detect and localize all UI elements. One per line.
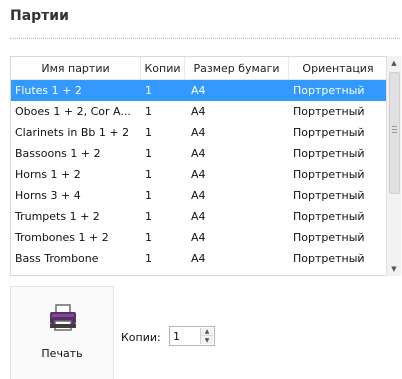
part-copies: 1 bbox=[145, 210, 152, 223]
part-paper-size: A4 bbox=[191, 231, 206, 244]
part-name: Horns 1 + 2 bbox=[15, 168, 81, 181]
table-header: Имя партии Копии Размер бумаги Ориентаци… bbox=[11, 57, 387, 80]
print-button-label: Печать bbox=[41, 347, 83, 360]
column-header-orientation[interactable]: Ориентация bbox=[289, 57, 387, 79]
part-orientation: Портретный bbox=[293, 105, 365, 118]
copies-stepper[interactable]: 1 ▲ ▼ bbox=[169, 326, 215, 346]
scroll-down-arrow-icon[interactable]: ▼ bbox=[387, 262, 401, 276]
part-paper-size: A4 bbox=[191, 105, 206, 118]
table-row[interactable]: Bass Trombone 1 A4 Портретный bbox=[11, 248, 387, 269]
part-name: Bass Trombone bbox=[15, 252, 99, 265]
table-row[interactable]: Clarinets in Bb 1 + 2 1 A4 Портретный bbox=[11, 122, 387, 143]
table-row[interactable]: Horns 1 + 2 1 A4 Портретный bbox=[11, 164, 387, 185]
grip-line bbox=[392, 129, 397, 130]
part-paper-size: A4 bbox=[191, 84, 206, 97]
copies-label: Копии: bbox=[121, 331, 161, 344]
panel-title: Партии bbox=[10, 8, 69, 24]
part-copies: 1 bbox=[145, 189, 152, 202]
part-paper-size: A4 bbox=[191, 126, 206, 139]
increment-arrow-icon[interactable]: ▲ bbox=[201, 328, 213, 336]
part-copies: 1 bbox=[145, 168, 152, 181]
scroll-up-arrow-icon[interactable]: ▲ bbox=[387, 56, 401, 70]
table-row[interactable]: Trombones 1 + 2 1 A4 Портретный bbox=[11, 227, 387, 248]
part-orientation: Портретный bbox=[293, 84, 365, 97]
table-row[interactable]: Flutes 1 + 2 1 A4 Портретный bbox=[11, 80, 387, 101]
table-row[interactable]: Oboes 1 + 2, Cor A... 1 A4 Портретный bbox=[11, 101, 387, 122]
part-name: Flutes 1 + 2 bbox=[15, 84, 82, 97]
part-copies: 1 bbox=[145, 84, 152, 97]
column-header-paper-size[interactable]: Размер бумаги bbox=[185, 57, 289, 79]
table-scrollbar[interactable]: ▲ ▼ bbox=[386, 56, 401, 276]
table-row[interactable]: Trumpets 1 + 2 1 A4 Портретный bbox=[11, 206, 387, 227]
part-orientation: Портретный bbox=[293, 189, 365, 202]
part-name: Clarinets in Bb 1 + 2 bbox=[15, 126, 130, 139]
column-header-name[interactable]: Имя партии bbox=[11, 57, 141, 79]
scroll-thumb[interactable] bbox=[389, 72, 400, 194]
table-row[interactable]: Bassoons 1 + 2 1 A4 Портретный bbox=[11, 143, 387, 164]
copies-value[interactable]: 1 bbox=[173, 330, 180, 343]
parts-table[interactable]: Имя партии Копии Размер бумаги Ориентаци… bbox=[10, 56, 387, 276]
part-paper-size: A4 bbox=[191, 189, 206, 202]
part-orientation: Портретный bbox=[293, 147, 365, 160]
decrement-arrow-icon[interactable]: ▼ bbox=[201, 336, 213, 344]
part-paper-size: A4 bbox=[191, 147, 206, 160]
print-button[interactable]: Печать bbox=[10, 286, 114, 379]
part-orientation: Портретный bbox=[293, 231, 365, 244]
table-row[interactable]: Horns 3 + 4 1 A4 Портретный bbox=[11, 185, 387, 206]
grip-line bbox=[392, 126, 397, 127]
printer-icon bbox=[50, 304, 76, 331]
part-name: Bassoons 1 + 2 bbox=[15, 147, 101, 160]
part-paper-size: A4 bbox=[191, 252, 206, 265]
part-orientation: Портретный bbox=[293, 210, 365, 223]
part-copies: 1 bbox=[145, 231, 152, 244]
part-name: Oboes 1 + 2, Cor A... bbox=[15, 105, 131, 118]
part-copies: 1 bbox=[145, 252, 152, 265]
part-paper-size: A4 bbox=[191, 168, 206, 181]
part-orientation: Портретный bbox=[293, 168, 365, 181]
part-name: Trombones 1 + 2 bbox=[15, 231, 109, 244]
divider bbox=[10, 38, 400, 39]
part-orientation: Портретный bbox=[293, 126, 365, 139]
part-copies: 1 bbox=[145, 105, 152, 118]
part-copies: 1 bbox=[145, 147, 152, 160]
part-name: Trumpets 1 + 2 bbox=[15, 210, 100, 223]
part-paper-size: A4 bbox=[191, 210, 206, 223]
part-copies: 1 bbox=[145, 126, 152, 139]
part-orientation: Портретный bbox=[293, 252, 365, 265]
part-name: Horns 3 + 4 bbox=[15, 189, 81, 202]
spinner: ▲ ▼ bbox=[200, 328, 213, 344]
column-header-copies[interactable]: Копии bbox=[141, 57, 185, 79]
grip-line bbox=[392, 132, 397, 133]
